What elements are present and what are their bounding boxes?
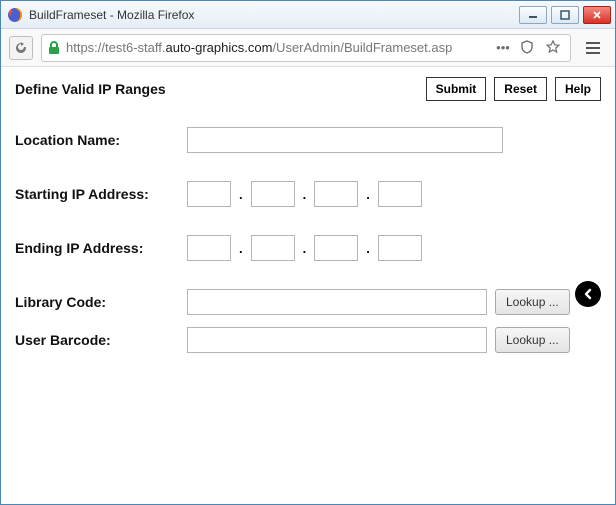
collapse-chevron-button[interactable]	[575, 281, 601, 307]
barcode-lookup-button[interactable]: Lookup ...	[495, 327, 570, 353]
start-ip-octet-4[interactable]	[378, 181, 422, 207]
help-button[interactable]: Help	[555, 77, 601, 101]
shield-icon[interactable]	[520, 40, 538, 55]
user-barcode-label: User Barcode:	[15, 332, 187, 348]
end-ip-octet-3[interactable]	[314, 235, 358, 261]
library-code-input[interactable]	[187, 289, 487, 315]
url-path: /UserAdmin/BuildFrameset.asp	[272, 40, 452, 55]
reset-button[interactable]: Reset	[494, 77, 547, 101]
dot-separator: .	[239, 241, 243, 256]
library-code-label: Library Code:	[15, 294, 187, 310]
reload-button[interactable]	[9, 36, 33, 60]
more-icon[interactable]: •••	[494, 40, 512, 55]
dot-separator: .	[303, 187, 307, 202]
user-barcode-input[interactable]	[187, 327, 487, 353]
end-ip-octet-1[interactable]	[187, 235, 231, 261]
start-ip-octet-3[interactable]	[314, 181, 358, 207]
firefox-icon	[7, 7, 23, 23]
page-title: Define Valid IP Ranges	[15, 81, 166, 97]
window-close-button[interactable]	[583, 6, 611, 24]
window-maximize-button[interactable]	[551, 6, 579, 24]
location-name-label: Location Name:	[15, 132, 187, 148]
start-ip-octet-1[interactable]	[187, 181, 231, 207]
location-name-input[interactable]	[187, 127, 503, 153]
url-host: auto-graphics.com	[165, 40, 272, 55]
start-ip-octet-2[interactable]	[251, 181, 295, 207]
dot-separator: .	[239, 187, 243, 202]
starting-ip-label: Starting IP Address:	[15, 186, 187, 202]
url-prefix: https://test6-staff.	[66, 40, 165, 55]
submit-button[interactable]: Submit	[426, 77, 487, 101]
url-box[interactable]: https://test6-staff.auto-graphics.com/Us…	[41, 34, 571, 62]
end-ip-octet-4[interactable]	[378, 235, 422, 261]
hamburger-menu-button[interactable]	[579, 34, 607, 62]
window-minimize-button[interactable]	[519, 6, 547, 24]
ending-ip-label: Ending IP Address:	[15, 240, 187, 256]
url-text: https://test6-staff.auto-graphics.com/Us…	[66, 40, 452, 55]
window-titlebar: BuildFrameset - Mozilla Firefox	[1, 1, 615, 29]
end-ip-octet-2[interactable]	[251, 235, 295, 261]
address-bar: https://test6-staff.auto-graphics.com/Us…	[1, 29, 615, 67]
lock-icon	[48, 41, 60, 55]
dot-separator: .	[303, 241, 307, 256]
dot-separator: .	[366, 241, 370, 256]
dot-separator: .	[366, 187, 370, 202]
star-icon[interactable]	[546, 40, 564, 55]
library-lookup-button[interactable]: Lookup ...	[495, 289, 570, 315]
window-title: BuildFrameset - Mozilla Firefox	[29, 8, 519, 22]
